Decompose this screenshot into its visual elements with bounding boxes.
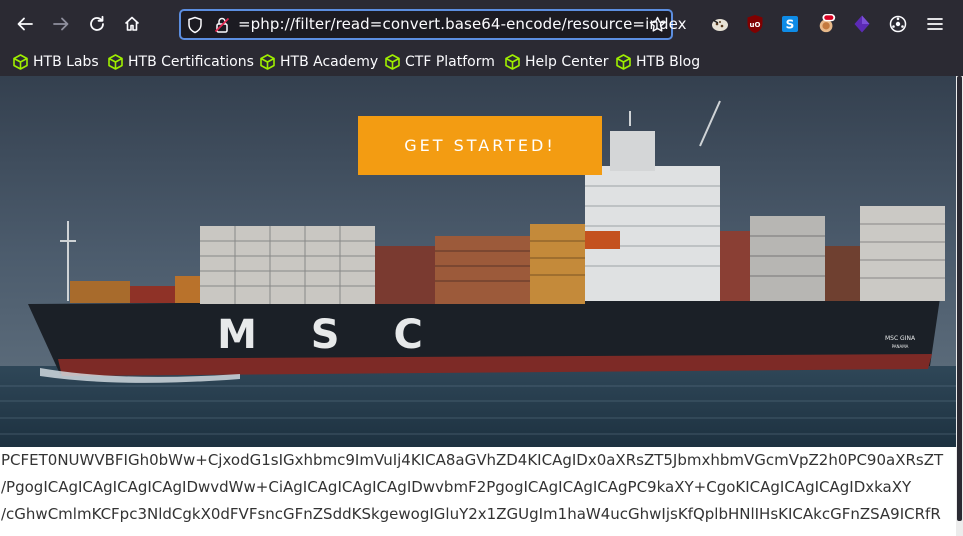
bookmark-label: CTF Platform	[405, 54, 495, 70]
get-started-button[interactable]: GET STARTED!	[358, 116, 602, 175]
htb-cube-icon	[260, 54, 275, 70]
svg-text:uO: uO	[750, 21, 761, 29]
bookmark-label: HTB Blog	[636, 54, 701, 70]
reload-button[interactable]	[83, 10, 111, 38]
purple-hex-icon[interactable]	[852, 14, 872, 34]
bookmark-star-icon[interactable]	[649, 16, 666, 33]
bookmark-htb-blog[interactable]: HTB Blog	[616, 52, 700, 72]
menu-button[interactable]	[925, 14, 945, 34]
output-line: PCFET0NUWVBFIGh0bWw+CjxodG1sIGxhbmc9ImVu…	[1, 451, 944, 469]
ship-port: PANAMA	[892, 344, 909, 349]
settings-cog-icon[interactable]	[888, 14, 908, 34]
hamburger-menu-icon	[927, 18, 943, 30]
bookmark-label: HTB Certifications	[128, 54, 254, 70]
bookmark-htb-certifications[interactable]: HTB Certifications	[108, 52, 254, 72]
skype-like-icon[interactable]: S	[780, 14, 800, 34]
scrollbar-thumb[interactable]	[957, 76, 962, 521]
bookmark-label: Help Center	[525, 54, 609, 70]
bookmark-label: HTB Labs	[33, 54, 99, 70]
back-button[interactable]	[11, 10, 39, 38]
htb-cube-icon	[616, 54, 631, 70]
ship-name: MSC GINA	[885, 335, 916, 342]
output-line: /cGhwCmlmKCFpc3NldCgkX0dFVFsncGFnZSddKSk…	[1, 505, 941, 523]
htb-cube-icon	[385, 54, 400, 70]
reload-icon	[90, 15, 104, 31]
hero-banner: M S C MSC GINA PANAMA GET STARTED!	[0, 76, 956, 447]
base64-output: PCFET0NUWVBFIGh0bWw+CjxodG1sIGxhbmc9ImVu…	[0, 447, 956, 536]
page-scrollbar[interactable]	[956, 76, 963, 536]
home-icon	[124, 16, 140, 31]
output-line: /PgogICAgICAgICAgICAgIDwvdWw+CiAgICAgICA…	[1, 478, 912, 496]
bookmark-help-center[interactable]: Help Center	[505, 52, 609, 72]
svg-text:S: S	[786, 18, 795, 32]
htb-cube-icon	[108, 54, 123, 70]
back-arrow-icon	[17, 17, 33, 31]
browser-toolbar: =php://filter/read=convert.base64-encode…	[0, 0, 963, 48]
tracking-protection-shield-icon[interactable]	[187, 16, 203, 34]
bookmark-htb-academy[interactable]: HTB Academy	[260, 52, 378, 72]
home-button[interactable]	[118, 10, 146, 38]
forward-arrow-icon	[53, 17, 69, 31]
bookmark-htb-labs[interactable]: HTB Labs	[13, 52, 99, 72]
ship-lettering: M S C	[217, 312, 443, 358]
url-text[interactable]: =php://filter/read=convert.base64-encode…	[238, 15, 687, 33]
bookmark-ctf-platform[interactable]: CTF Platform	[385, 52, 495, 72]
extension-badge-icon[interactable]	[817, 14, 837, 34]
insecure-lock-icon[interactable]	[214, 16, 230, 34]
bookmarks-bar: HTB Labs HTB Certifications HTB Academy …	[0, 48, 963, 76]
address-bar[interactable]: =php://filter/read=convert.base64-encode…	[179, 9, 687, 40]
forward-button[interactable]	[47, 10, 75, 38]
cookie-editor-icon[interactable]	[710, 14, 730, 34]
bookmark-label: HTB Academy	[280, 54, 379, 70]
htb-cube-icon	[505, 54, 520, 70]
ublock-origin-icon[interactable]: uO	[745, 14, 765, 34]
htb-cube-icon	[13, 54, 28, 70]
